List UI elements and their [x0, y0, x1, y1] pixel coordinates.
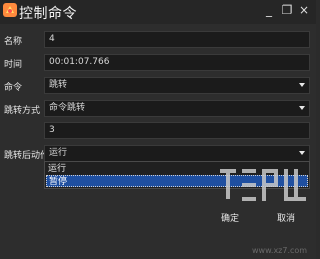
post-jump-action-select[interactable]: 运行: [44, 145, 310, 162]
time-label: 时间: [4, 60, 23, 70]
cancel-button[interactable]: 取消: [277, 211, 295, 224]
chevron-down-icon: [299, 83, 305, 87]
minimize-button[interactable]: _: [259, 0, 279, 20]
command-select-value: 跳转: [49, 80, 68, 90]
jump-target-field[interactable]: 3: [44, 122, 310, 139]
command-label: 命令: [4, 83, 23, 93]
jump-mode-select-value: 命令跳转: [49, 103, 86, 113]
post-jump-action-select-value: 运行: [49, 148, 68, 158]
close-button[interactable]: ×: [294, 0, 314, 20]
name-label: 名称: [4, 37, 23, 47]
watermark-logo-icon: [220, 169, 306, 201]
control-command-dialog: 控制命令 _ ❐ × 名称 4 时间 00:01:07.766 命令 跳转 跳转…: [0, 0, 316, 259]
time-field[interactable]: 00:01:07.766: [44, 54, 310, 71]
app-logo-icon: [3, 3, 17, 17]
ok-button[interactable]: 确定: [221, 211, 239, 224]
name-field[interactable]: 4: [44, 31, 310, 48]
watermark-url: www.xz7.com: [252, 246, 308, 255]
jump-mode-select[interactable]: 命令跳转: [44, 100, 310, 117]
title-bar: 控制命令 _ ❐ ×: [0, 0, 316, 24]
window-title: 控制命令: [19, 6, 77, 22]
chevron-down-icon: [299, 151, 305, 155]
command-select[interactable]: 跳转: [44, 77, 310, 94]
jump-mode-label: 跳转方式: [4, 106, 41, 116]
chevron-down-icon: [299, 106, 305, 110]
post-jump-action-label: 跳转后动作: [4, 151, 50, 161]
